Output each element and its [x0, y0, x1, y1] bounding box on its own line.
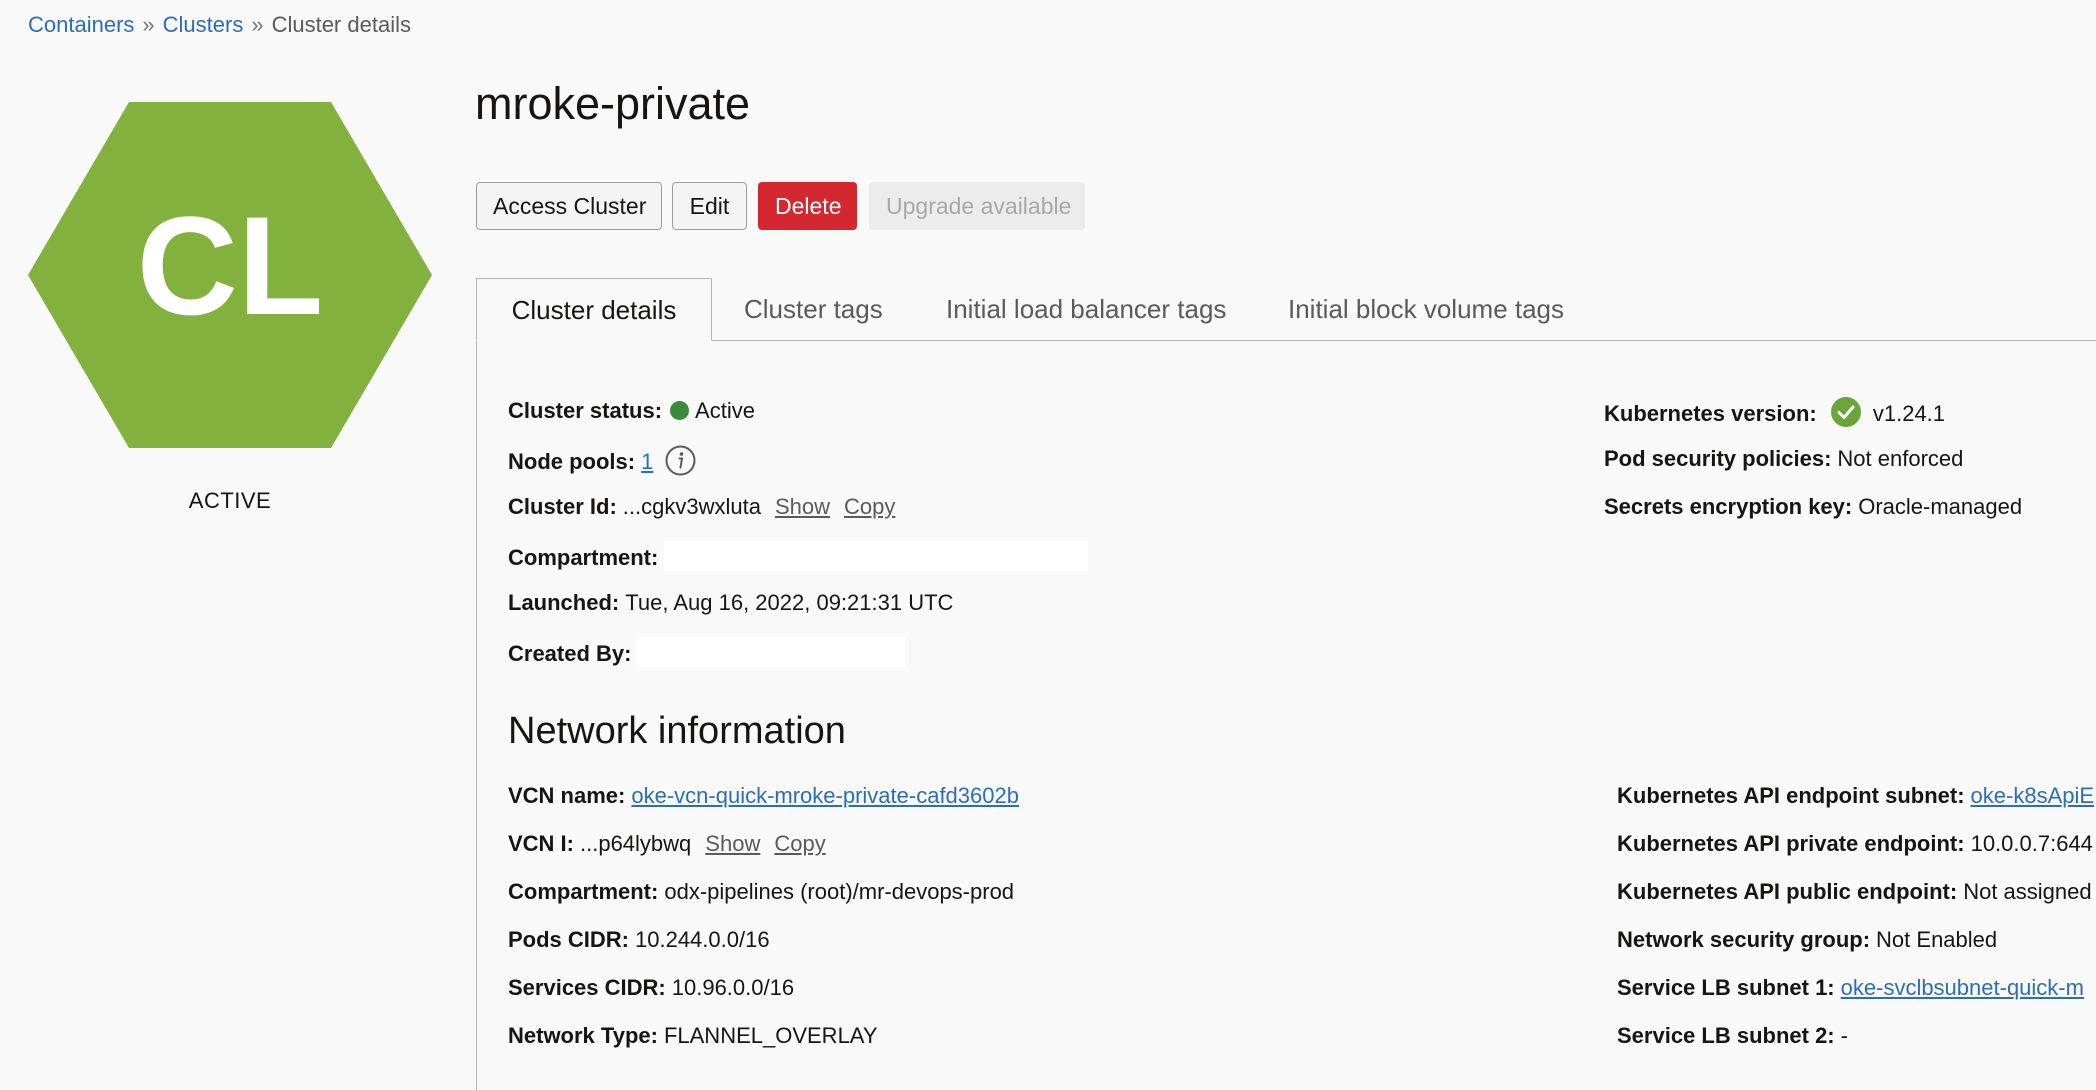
compartment-label: Compartment: [508, 545, 659, 570]
cluster-status-row: Cluster status: Active [508, 397, 755, 425]
network-compartment-value: odx-pipelines (root)/mr-devops-prod [664, 879, 1015, 904]
network-type-label: Network Type: [508, 1023, 658, 1048]
vcn-id-copy-link[interactable]: Copy [774, 831, 825, 856]
service-lb-subnet2-row: Service LB subnet 2: - [1617, 1022, 1848, 1050]
pods-cidr-label: Pods CIDR: [508, 927, 629, 952]
tab-cluster-details[interactable]: Cluster details [476, 278, 712, 341]
network-compartment-label: Compartment: [508, 879, 659, 904]
created-by-label: Created By: [508, 641, 632, 666]
node-pools-link[interactable]: 1 [641, 449, 653, 474]
breadcrumb: Containers » Clusters » Cluster details [28, 12, 411, 38]
api-private-endpoint-row: Kubernetes API private endpoint: 10.0.0.7… [1617, 830, 2093, 858]
pod-security-label: Pod security policies: [1604, 446, 1832, 471]
cluster-hexagon-icon: CL [28, 102, 432, 448]
kubernetes-version-value: v1.24.1 [1872, 401, 1946, 426]
api-endpoint-subnet-link[interactable]: oke-k8sApiE [1971, 783, 2095, 808]
node-pools-label: Node pools: [508, 449, 636, 474]
network-type-value: FLANNEL_OVERLAY [663, 1023, 878, 1048]
created-by-row: Created By: [508, 637, 906, 668]
network-compartment-row: Compartment: odx-pipelines (root)/mr-devo… [508, 878, 1014, 906]
breadcrumb-separator: » [142, 12, 155, 37]
launched-value: Tue, Aug 16, 2022, 09:21:31 UTC [625, 590, 954, 615]
cluster-status-value: Active [695, 398, 755, 423]
pods-cidr-row: Pods CIDR: 10.244.0.0/16 [508, 926, 770, 954]
pod-security-value: Not enforced [1837, 446, 1964, 471]
tab-cluster-tags[interactable]: Cluster tags [744, 278, 883, 341]
breadcrumb-clusters-link[interactable]: Clusters [163, 12, 244, 37]
check-circle-icon [1830, 397, 1861, 427]
vcn-id-show-link[interactable]: Show [705, 831, 760, 856]
panel-border [476, 278, 477, 1090]
breadcrumb-separator: » [251, 12, 264, 37]
network-type-row: Network Type: FLANNEL_OVERLAY [508, 1022, 878, 1050]
vcn-id-value: ...p64lybwq [580, 831, 692, 856]
vcn-id-row: VCN I: ...p64lybwq Show Copy [508, 830, 826, 858]
secrets-key-value: Oracle-managed [1858, 494, 2023, 519]
service-lb-subnet1-label: Service LB subnet 1: [1617, 975, 1835, 1000]
tab-initial-load-balancer-tags[interactable]: Initial load balancer tags [946, 278, 1226, 341]
cluster-id-value: ...cgkv3wxluta [622, 494, 761, 519]
access-cluster-button[interactable]: Access Cluster [476, 182, 662, 230]
compartment-row: Compartment: [508, 541, 1089, 572]
service-lb-subnet1-row: Service LB subnet 1: oke-svclbsubnet-quic… [1617, 974, 2084, 1002]
breadcrumb-current: Cluster details [271, 12, 411, 37]
status-dot-icon [670, 401, 690, 420]
edit-button[interactable]: Edit [672, 182, 747, 230]
api-endpoint-subnet-row: Kubernetes API endpoint subnet: oke-k8sAp… [1617, 782, 2094, 810]
service-lb-subnet1-link[interactable]: oke-svclbsubnet-quick-m [1841, 975, 2084, 1000]
secrets-key-label: Secrets encryption key: [1604, 494, 1853, 519]
delete-button[interactable]: Delete [758, 182, 857, 230]
vcn-name-link[interactable]: oke-vcn-quick-mroke-private-cafd3602b [631, 783, 1019, 808]
tab-initial-block-volume-tags[interactable]: Initial block volume tags [1288, 278, 1564, 341]
kubernetes-version-row: Kubernetes version: v1.24.1 [1604, 397, 1945, 428]
hexagon-status-label: ACTIVE [188, 488, 272, 513]
vcn-name-row: VCN name: oke-vcn-quick-mroke-private-caf… [508, 782, 1019, 810]
launched-row: Launched: Tue, Aug 16, 2022, 09:21:31 UTC [508, 589, 953, 617]
tabs-divider [476, 340, 2096, 341]
network-security-group-row: Network security group: Not Enabled [1617, 926, 1997, 954]
network-security-group-label: Network security group: [1617, 927, 1871, 952]
vcn-id-label: VCN I: [508, 831, 574, 856]
secrets-key-row: Secrets encryption key: Oracle-managed [1604, 493, 2022, 521]
kubernetes-version-label: Kubernetes version: [1604, 401, 1817, 426]
services-cidr-row: Services CIDR: 10.96.0.0/16 [508, 974, 794, 1002]
api-public-endpoint-value: Not assigned [1963, 879, 2092, 904]
network-information-heading: Network information [508, 710, 846, 752]
api-endpoint-subnet-label: Kubernetes API endpoint subnet: [1617, 783, 1965, 808]
node-pools-row: Node pools: 1 [508, 445, 696, 476]
compartment-redacted [664, 541, 1089, 571]
pod-security-row: Pod security policies: Not enforced [1604, 445, 1963, 473]
cluster-id-label: Cluster Id: [508, 494, 617, 519]
pods-cidr-value: 10.244.0.0/16 [635, 927, 770, 952]
api-private-endpoint-value: 10.0.0.7:644 [1970, 831, 2093, 856]
api-public-endpoint-row: Kubernetes API public endpoint: Not assig… [1617, 878, 2092, 906]
breadcrumb-containers-link[interactable]: Containers [28, 12, 134, 37]
services-cidr-label: Services CIDR: [508, 975, 666, 1000]
cluster-status-label: Cluster status: [508, 398, 663, 423]
cluster-id-row: Cluster Id: ...cgkv3wxluta Show Copy [508, 493, 895, 521]
vcn-name-label: VCN name: [508, 783, 626, 808]
services-cidr-value: 10.96.0.0/16 [671, 975, 795, 1000]
api-public-endpoint-label: Kubernetes API public endpoint: [1617, 879, 1958, 904]
info-icon[interactable] [665, 445, 696, 476]
service-lb-subnet2-label: Service LB subnet 2: [1617, 1023, 1835, 1048]
service-lb-subnet2-value: - [1840, 1023, 1848, 1048]
hexagon-initials: CL [137, 187, 324, 344]
cluster-id-show-link[interactable]: Show [775, 494, 830, 519]
api-private-endpoint-label: Kubernetes API private endpoint: [1617, 831, 1965, 856]
page-title: mroke-private [475, 78, 751, 129]
launched-label: Launched: [508, 590, 620, 615]
created-by-redacted [637, 637, 906, 667]
network-security-group-value: Not Enabled [1876, 927, 1998, 952]
cluster-id-copy-link[interactable]: Copy [844, 494, 895, 519]
upgrade-available-button[interactable]: Upgrade available [869, 182, 1085, 230]
